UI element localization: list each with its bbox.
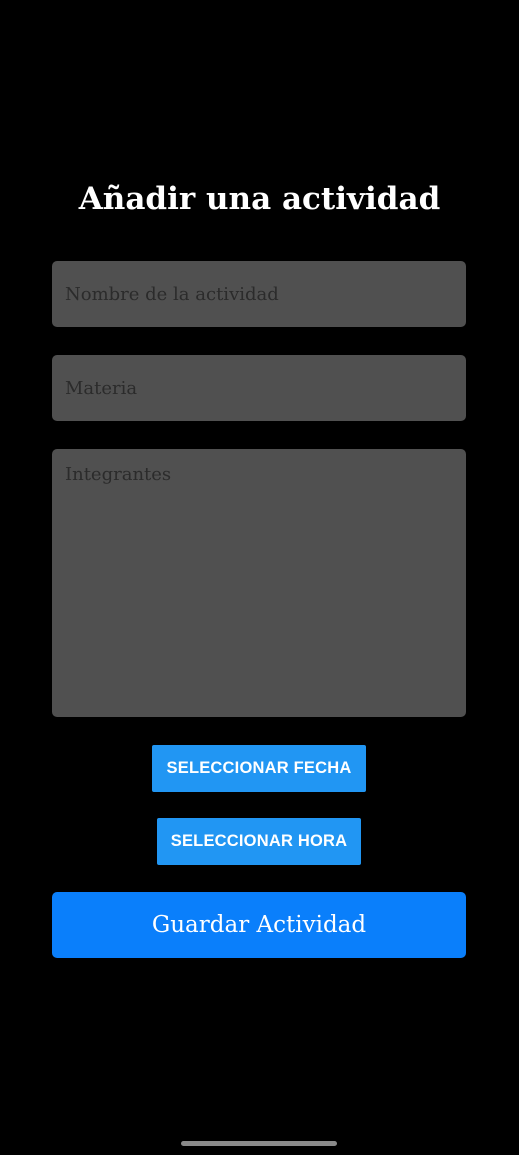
select-date-button[interactable]: SELECCIONAR FECHA <box>152 745 366 792</box>
subject-input[interactable] <box>52 355 466 421</box>
select-time-button[interactable]: SELECCIONAR HORA <box>157 818 361 865</box>
save-activity-button[interactable]: Guardar Actividad <box>52 892 466 958</box>
home-indicator-bar[interactable] <box>181 1141 337 1146</box>
page-title: Añadir una actividad <box>78 181 441 217</box>
activity-name-input[interactable] <box>52 261 466 327</box>
members-textarea[interactable] <box>52 449 466 717</box>
